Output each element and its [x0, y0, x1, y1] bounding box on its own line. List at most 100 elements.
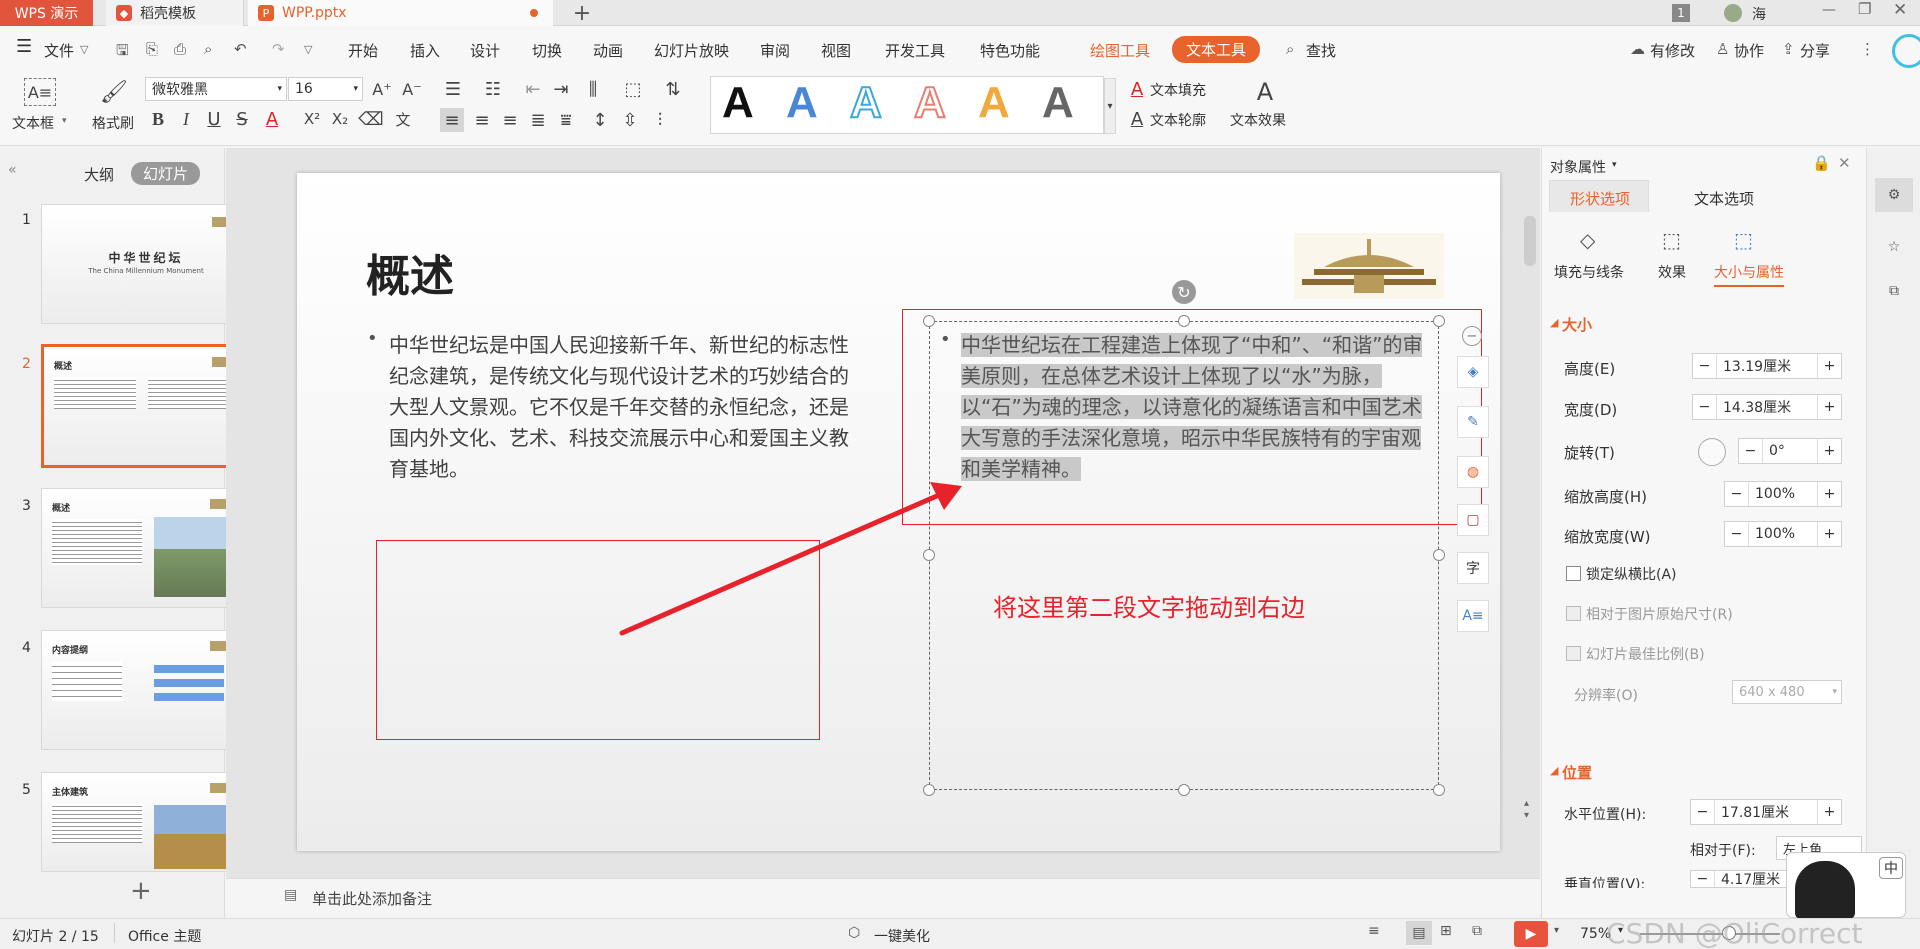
width-value[interactable]: 14.38厘米 — [1717, 395, 1817, 419]
style-gallery-more-icon[interactable]: ▾ — [1104, 78, 1116, 134]
beautify-button[interactable]: 一键美化 — [874, 926, 930, 946]
font-size-select[interactable]: 16 ▾ — [288, 77, 363, 101]
play-slideshow-icon[interactable]: ▶ — [1514, 921, 1548, 947]
menu-file[interactable]: 文件 — [44, 40, 74, 61]
text-style-blue-outline[interactable]: A — [849, 77, 883, 128]
decrement-icon[interactable]: − — [1691, 871, 1715, 887]
preview-icon[interactable]: ⌕ — [204, 40, 212, 58]
menu-search[interactable]: 查找 — [1306, 40, 1336, 61]
new-tab-button[interactable]: + — [568, 0, 596, 26]
strikethrough-icon[interactable]: S — [232, 108, 252, 130]
justify-icon[interactable]: ≣ — [526, 108, 550, 132]
clear-format-icon[interactable]: ⌫ — [358, 108, 383, 130]
play-dropdown-icon[interactable]: ▾ — [1554, 925, 1559, 936]
font-color-icon[interactable]: A — [262, 108, 282, 130]
menu-transition[interactable]: 切换 — [532, 40, 562, 61]
increment-icon[interactable]: + — [1817, 800, 1841, 824]
pen-icon[interactable]: ✎ — [1457, 406, 1489, 438]
fill-line-icon[interactable]: ◇ — [1580, 228, 1595, 252]
height-stepper[interactable]: −13.19厘米 + — [1692, 353, 1842, 379]
sorter-view-icon[interactable]: ⊞ — [1440, 923, 1452, 939]
cat-widget[interactable]: 中 — [1786, 852, 1906, 919]
collab-button[interactable]: 协作 — [1734, 40, 1764, 61]
text-wrap-icon[interactable]: 字 — [1457, 552, 1489, 584]
resize-handle[interactable] — [1433, 549, 1445, 561]
print-icon[interactable]: ⎙ — [174, 40, 186, 58]
underline-icon[interactable]: U — [204, 108, 224, 130]
outdent-icon[interactable]: ⇤ — [522, 78, 544, 100]
canvas-scrollbar[interactable] — [1524, 216, 1536, 266]
subtab-fill-line[interactable]: 填充与线条 — [1554, 262, 1624, 282]
slide-thumb-4[interactable]: 内容提纲 — [41, 630, 251, 750]
numbered-list-icon[interactable]: ☷ — [480, 78, 506, 100]
decrement-icon[interactable]: − — [1739, 439, 1763, 463]
collapse-tools-icon[interactable]: − — [1462, 326, 1482, 346]
window-count-badge[interactable]: 1 — [1672, 4, 1690, 22]
best-ratio-checkbox[interactable] — [1566, 646, 1581, 661]
vertical-align-icon[interactable]: ⫶ — [648, 108, 672, 132]
superscript-icon[interactable]: X² — [302, 108, 322, 130]
line-spacing-icon[interactable]: ↕ — [588, 108, 612, 132]
assistant-icon[interactable] — [1892, 34, 1920, 68]
text-outline-icon[interactable]: A — [1126, 108, 1148, 130]
menu-animation[interactable]: 动画 — [593, 40, 623, 61]
size-property-icon[interactable]: ⬚ — [1734, 228, 1753, 252]
format-painter-button[interactable]: 格式刷 — [92, 113, 134, 133]
text-style-black[interactable]: A — [722, 78, 754, 128]
layers-icon[interactable]: ◈ — [1457, 356, 1489, 388]
subtab-size-property[interactable]: 大小与属性 — [1714, 262, 1784, 287]
rotate-dial-icon[interactable] — [1698, 438, 1726, 466]
relative-orig-checkbox[interactable] — [1566, 606, 1581, 621]
lock-icon[interactable]: 🔒 — [1812, 154, 1831, 172]
font-name-select[interactable]: 微软雅黑 ▾ — [145, 77, 287, 101]
avatar[interactable] — [1724, 4, 1742, 22]
more-icon[interactable]: ⋮ — [1860, 40, 1875, 58]
scale-width-value[interactable]: 100% — [1749, 522, 1817, 546]
rotate-handle-icon[interactable]: ↻ — [1172, 280, 1196, 304]
menu-text-tools[interactable]: 文本工具 — [1172, 36, 1261, 63]
tab-outline[interactable]: 大纲 — [84, 164, 114, 185]
section-collapse-icon[interactable]: ◢ — [1550, 316, 1558, 329]
bullet-list-icon[interactable]: ☰ — [440, 78, 466, 100]
slide-counter[interactable]: 幻灯片 2 / 15 — [12, 926, 99, 946]
lock-ratio-checkbox[interactable] — [1566, 566, 1581, 581]
effect-icon[interactable]: ⬚ — [1662, 228, 1681, 252]
increment-icon[interactable]: + — [1817, 354, 1841, 378]
menu-start[interactable]: 开始 — [348, 40, 378, 61]
scale-height-stepper[interactable]: −100% + — [1724, 481, 1842, 507]
close-panel-icon[interactable]: ✕ — [1838, 154, 1851, 172]
ime-indicator[interactable]: 中 — [1879, 857, 1903, 879]
theme-name[interactable]: Office 主题 — [128, 926, 201, 946]
columns-icon[interactable]: ⫼ — [580, 78, 606, 100]
subtab-effect[interactable]: 效果 — [1658, 262, 1686, 282]
section-collapse-icon[interactable]: ◢ — [1550, 764, 1558, 777]
text-effect-button[interactable]: 文本效果 — [1230, 110, 1286, 130]
tab-shape-options[interactable]: 形状选项 — [1570, 188, 1630, 209]
text-fill-button[interactable]: 文本填充 — [1150, 80, 1206, 100]
export-icon[interactable]: ⎘ — [146, 40, 158, 58]
hamburger-icon[interactable]: ☰ — [16, 36, 32, 57]
restore-icon[interactable]: ❐ — [1858, 0, 1871, 18]
rotate-stepper[interactable]: −0° + — [1738, 438, 1842, 464]
slide-thumb-3[interactable]: 概述 — [41, 488, 251, 608]
text-style-gray[interactable]: A — [1042, 78, 1074, 128]
tab-daoke-templates[interactable]: ◆ 稻壳模板 — [106, 0, 244, 26]
scale-height-value[interactable]: 100% — [1749, 482, 1817, 506]
fill-icon[interactable]: ◍ — [1457, 456, 1489, 488]
resize-handle[interactable] — [923, 784, 935, 796]
menu-view[interactable]: 视图 — [821, 40, 851, 61]
section-size[interactable]: 大小 — [1562, 314, 1592, 335]
window-icon[interactable]: ⧉ — [1875, 274, 1913, 308]
normal-view-icon[interactable]: ▤ — [1406, 921, 1432, 945]
has-changes-button[interactable]: 有修改 — [1650, 40, 1695, 61]
menu-design[interactable]: 设计 — [470, 40, 500, 61]
increment-icon[interactable]: + — [1817, 439, 1841, 463]
menu-developer[interactable]: 开发工具 — [885, 40, 945, 61]
chevron-down-icon[interactable]: ▽ — [80, 43, 88, 56]
resize-handle[interactable] — [1178, 784, 1190, 796]
height-value[interactable]: 13.19厘米 — [1717, 354, 1817, 378]
subscript-icon[interactable]: X₂ — [330, 108, 350, 130]
smartart-icon[interactable]: ⬚ — [620, 78, 646, 100]
panel-title[interactable]: 对象属性 — [1550, 157, 1606, 177]
text-style-red-outline[interactable]: A — [913, 77, 947, 128]
